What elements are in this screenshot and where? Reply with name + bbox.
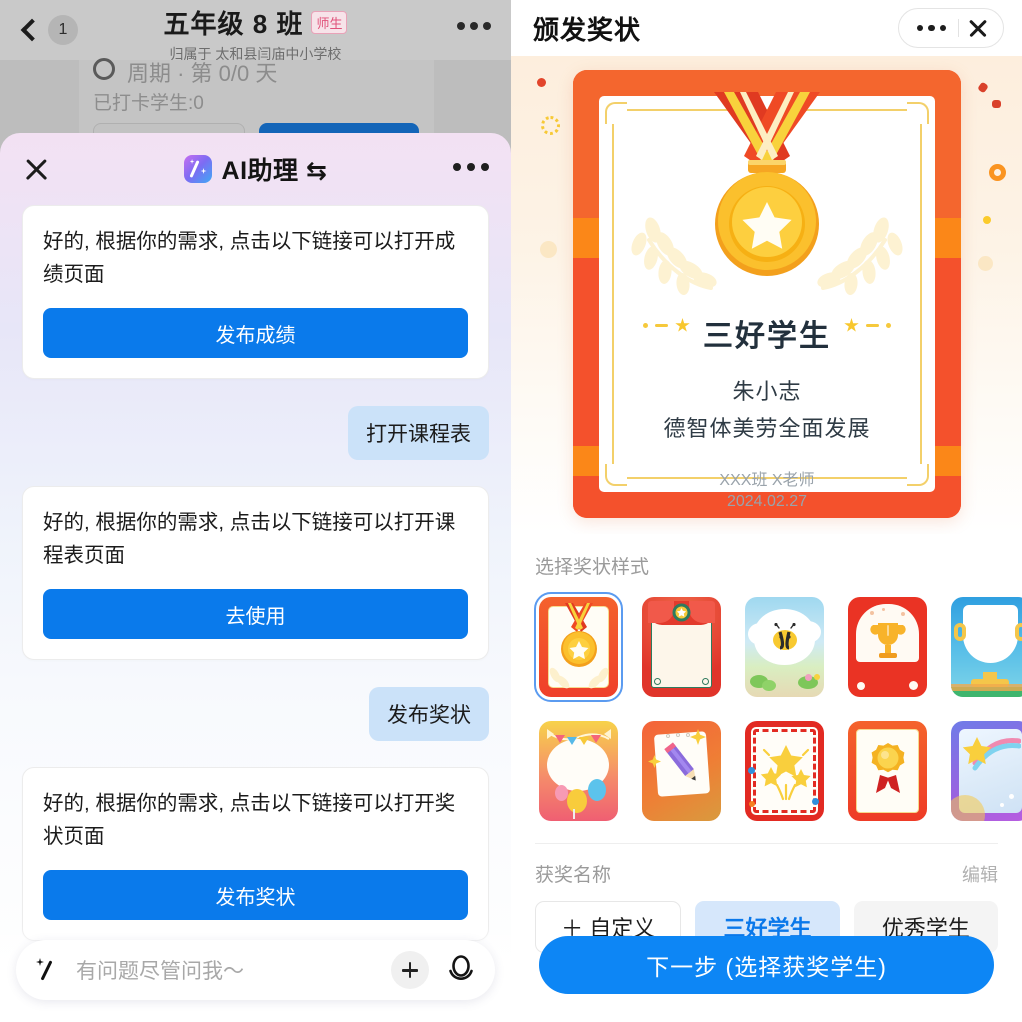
chat-input-placeholder[interactable]: 有问题尽管问我～	[76, 955, 391, 985]
award-name-header: 获奖名称 编辑	[511, 844, 1022, 887]
ai-assistant-title: AI助理 ⇆	[221, 157, 328, 185]
bot-message-text: 好的, 根据你的需求, 点击以下链接可以打开课程表页面	[43, 511, 456, 567]
style-option-bee[interactable]	[741, 593, 828, 701]
certificate-preview: 三好学生 朱小志 德智体美劳全面发展 XXX班 X老师 2024.02.27	[511, 56, 1022, 534]
user-message: 发布奖状	[369, 687, 489, 741]
more-icon[interactable]	[905, 24, 959, 32]
bot-message: 好的, 根据你的需求, 点击以下链接可以打开成绩页面 发布成绩	[22, 205, 489, 379]
style-option-medal[interactable]	[534, 592, 623, 702]
style-thumbnail	[848, 721, 927, 821]
clock-icon	[93, 58, 115, 80]
star-decoration-right	[844, 318, 891, 333]
message-cta-button[interactable]: 发布成绩	[43, 308, 468, 358]
style-option-firework[interactable]	[741, 717, 828, 825]
ai-assistant-sheet: AI助理 ⇆ 好的, 根据你的需求, 点击以下链接可以打开成绩页面 发布成绩 打…	[0, 133, 511, 1022]
style-thumbnail	[848, 597, 927, 697]
style-option-curtain[interactable]	[638, 593, 725, 701]
confetti-dot	[537, 78, 546, 87]
corner-ornament	[907, 102, 929, 124]
back-button[interactable]: 1	[18, 15, 78, 45]
medal-icon	[714, 92, 820, 276]
style-thumbnail	[642, 597, 721, 697]
background-page-header: 1 五年级 8 班 师生 归属于 太和县闫庙中小学校	[0, 0, 511, 62]
app-root: 1 五年级 8 班 师生 归属于 太和县闫庙中小学校 周期 · 第 0/0 天 …	[0, 0, 1022, 1022]
bot-message-text: 好的, 根据你的需求, 点击以下链接可以打开成绩页面	[43, 230, 456, 286]
chat-input-area: 有问题尽管问我～	[0, 926, 511, 1022]
style-thumbnail	[951, 597, 1022, 697]
confetti-dot	[983, 216, 991, 224]
ai-sparkle-logo-icon	[183, 155, 212, 183]
ai-assistant-header: AI助理 ⇆	[0, 133, 511, 205]
style-option-pencil[interactable]	[638, 717, 725, 825]
chat-message-list[interactable]: 好的, 根据你的需求, 点击以下链接可以打开成绩页面 发布成绩 打开课程表 好的…	[0, 205, 511, 1022]
ai-more-icon[interactable]	[453, 163, 489, 171]
style-option-cup-blue[interactable]	[947, 593, 1022, 701]
microphone-icon[interactable]	[441, 950, 481, 990]
right-panel-award-issue: 颁发奖状 三好学生 朱小志 德智体美劳全面发展 XXX班 X老师 2024.02…	[511, 0, 1022, 1022]
style-thumbnail	[745, 721, 824, 821]
left-panel-ai-assistant: 1 五年级 8 班 师生 归属于 太和县闫庙中小学校 周期 · 第 0/0 天 …	[0, 0, 511, 1022]
checkin-period-text: 周期 · 第 0/0 天	[127, 61, 278, 86]
message-cta-button[interactable]: 去使用	[43, 589, 468, 639]
class-title: 五年级 8 班	[163, 9, 304, 39]
style-thumbnail	[951, 721, 1022, 821]
back-badge-count: 1	[48, 15, 78, 45]
style-thumbnail	[539, 721, 618, 821]
back-chevron-icon	[20, 18, 44, 42]
user-message-row: 发布奖状	[22, 687, 489, 741]
bot-message: 好的, 根据你的需求, 点击以下链接可以打开奖状页面 发布奖状	[22, 767, 489, 941]
certificate-issuer: XXX班 X老师	[719, 472, 815, 489]
add-attachment-icon[interactable]	[391, 951, 429, 989]
certificate-frame: 三好学生 朱小志 德智体美劳全面发展 XXX班 X老师 2024.02.27	[573, 70, 961, 518]
window-capsule-controls	[897, 8, 1004, 48]
user-message: 打开课程表	[348, 406, 489, 460]
confetti-dot	[977, 81, 989, 94]
certificate-student-name: 朱小志	[732, 379, 802, 404]
ai-title-block: AI助理 ⇆	[0, 151, 511, 187]
edit-button[interactable]: 编辑	[962, 861, 998, 887]
page-title: 颁发奖状	[533, 14, 642, 45]
certificate-date: 2024.02.27	[726, 493, 808, 510]
confetti-ring	[541, 116, 560, 135]
star-decoration-left	[643, 318, 690, 333]
style-option-rainbow[interactable]	[947, 717, 1022, 825]
style-thumbnail	[642, 721, 721, 821]
confetti-dot	[992, 100, 1001, 108]
confetti-dot	[978, 256, 993, 271]
certificate-description: 德智体美劳全面发展	[663, 416, 871, 441]
style-thumbnail	[745, 597, 824, 697]
certificate-style-grid	[511, 579, 1022, 825]
award-panel-header: 颁发奖状	[511, 0, 1022, 56]
style-section-label: 选择奖状样式	[535, 557, 650, 578]
confetti-ring	[989, 164, 1006, 181]
certificate-inner-card: 三好学生 朱小志 德智体美劳全面发展 XXX班 X老师 2024.02.27	[599, 92, 935, 510]
corner-ornament	[605, 102, 627, 124]
bot-message-text: 好的, 根据你的需求, 点击以下链接可以打开奖状页面	[43, 792, 456, 848]
message-cta-button[interactable]: 发布奖状	[43, 870, 468, 920]
user-message-row: 打开课程表	[22, 406, 489, 460]
checkin-count-text: 已打卡学生:0	[93, 93, 204, 114]
next-step-button[interactable]: 下一步 (选择获奖学生)	[539, 936, 994, 994]
award-name-label: 获奖名称	[535, 865, 612, 886]
style-option-trophy[interactable]	[844, 593, 931, 701]
style-option-rosette[interactable]	[844, 717, 931, 825]
close-icon[interactable]	[959, 9, 997, 47]
bot-message: 好的, 根据你的需求, 点击以下链接可以打开课程表页面 去使用	[22, 486, 489, 660]
sparkle-wand-icon	[36, 957, 62, 983]
style-thumbnail	[539, 597, 618, 697]
class-role-tag: 师生	[311, 11, 348, 34]
background-more-icon[interactable]	[457, 22, 491, 30]
confetti-dot	[540, 241, 557, 258]
style-option-balloon[interactable]	[535, 717, 622, 825]
chat-input-bar[interactable]: 有问题尽管问我～	[16, 940, 495, 1000]
